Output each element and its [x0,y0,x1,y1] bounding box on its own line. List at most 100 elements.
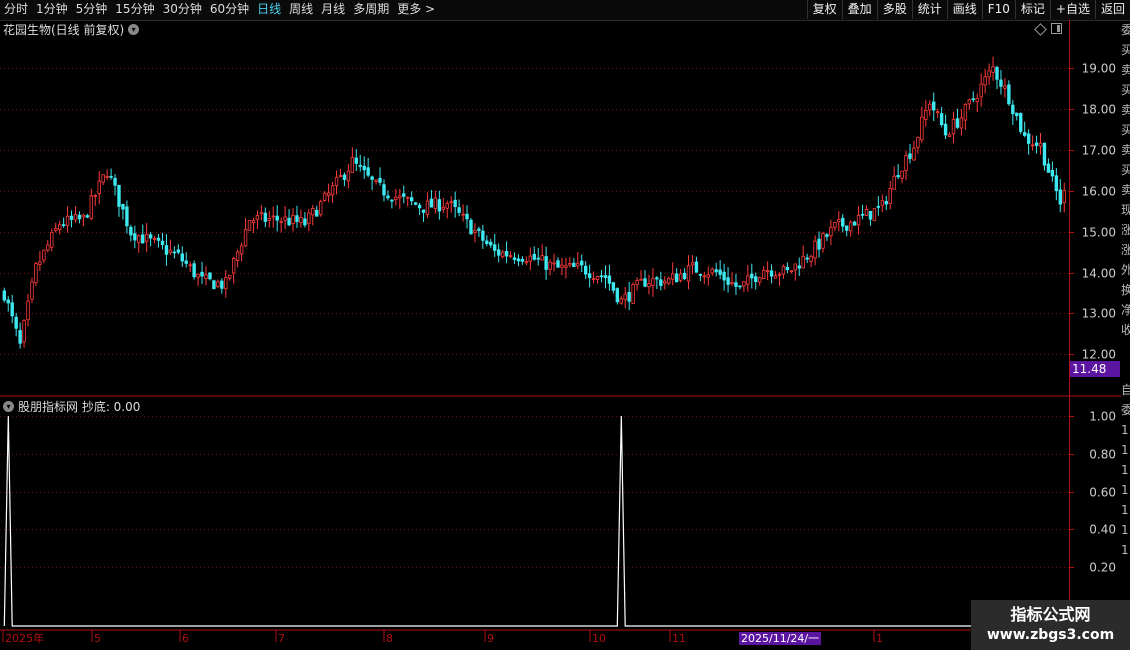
candle-body [322,192,327,201]
period-tab[interactable]: 多周期 [349,0,393,20]
period-tab[interactable]: 30分钟 [159,0,206,20]
price-tick-label: 14.00 [1082,267,1116,281]
candle-body [141,234,145,244]
candle-body [184,260,188,264]
quote-strip-char: 净 [1121,303,1130,317]
candle-body [1058,189,1062,205]
candle-body [587,273,592,279]
quote-strip-char: 现 [1121,203,1130,217]
candle-body [987,70,991,78]
toolbar-button[interactable]: 返回 [1094,0,1130,19]
candle-body [461,213,465,216]
candle-body [868,210,873,220]
period-tab[interactable]: 60分钟 [206,0,253,20]
candle-body [686,265,691,282]
candle-body [896,174,900,178]
candle-body [746,275,750,285]
candle-body [738,285,742,288]
quote-strip-char: 1 [1121,443,1129,457]
candle-body [504,250,509,257]
candle-body [512,257,517,260]
candle-body [417,204,422,209]
candle-body [674,273,679,283]
candle-body [231,258,236,274]
candle-body [358,164,362,167]
toolbar-button[interactable]: F10 [981,0,1015,19]
candle-body [307,212,311,224]
toolbar-button[interactable]: 多股 [876,0,912,19]
candle-body [156,237,161,241]
chevron-down-icon[interactable]: ▾ [3,400,14,412]
toolbar-button[interactable]: +自选 [1049,0,1095,19]
period-tab[interactable]: 更多 > [393,0,439,20]
candle-body [441,206,446,210]
candle-body [1046,163,1051,173]
candle-body [817,238,821,250]
price-tick-label: 16.00 [1082,185,1116,199]
candle-body [489,241,493,246]
candle-body [85,215,90,218]
candle-body [34,263,38,284]
candle-body [833,222,837,228]
candle-body [955,118,960,128]
quote-strip-char [1121,340,1130,360]
candle-body [611,282,616,291]
candle-body [710,268,714,274]
period-tab[interactable]: 1分钟 [32,0,72,20]
quote-strip-char: 1 [1121,503,1129,517]
candle-body [152,237,157,240]
candle-body [765,270,770,272]
time-tick-label: 1 [876,632,883,645]
period-tab[interactable]: 月线 [317,0,349,20]
candle-body [508,255,513,258]
candle-body [773,275,778,279]
candle-body [125,206,129,227]
candle-body [932,101,936,111]
candle-body [267,217,271,221]
candle-body [999,79,1003,87]
candle-body [109,175,113,178]
candle-body [271,215,275,218]
candle-body [797,265,801,269]
kline-chart[interactable]: 19.00 18.00 17.00 16.00 15.00 14.00 13.00 12.00… [0,20,1121,650]
candle-body [18,330,22,344]
candle-body [682,272,687,280]
candle-body [750,273,754,279]
period-tab[interactable]: 5分钟 [72,0,112,20]
toolbar-button[interactable]: 叠加 [841,0,877,19]
period-tab[interactable]: 分时 [0,0,32,20]
candle-body [698,273,703,276]
toolbar-button[interactable]: 统计 [911,0,947,19]
candle-body [251,220,256,223]
candle-body [943,123,948,136]
candle-body [659,279,663,286]
quote-strip-char: 卖 [1121,63,1130,77]
toolbar-button[interactable]: 复权 [806,0,842,19]
quote-strip-char: 买 [1121,163,1130,177]
period-tab[interactable]: 周线 [285,0,317,20]
period-tab[interactable]: 15分钟 [111,0,158,20]
candle-body [425,200,430,216]
toolbar-button[interactable]: 标记 [1014,0,1050,19]
candle-body [1030,144,1035,147]
candle-body [89,195,94,219]
period-tab[interactable]: 日线 [253,0,285,20]
candle-body [330,185,335,196]
candle-body [809,255,813,262]
candle-body [785,266,790,271]
candle-body [813,240,817,259]
candle-body [742,281,746,287]
candle-body [916,137,920,148]
candle-body [951,118,956,135]
indicator-tick-label: 0.80 [1089,448,1116,462]
candle-body [706,274,710,278]
candle-body [995,66,999,80]
candle-body [449,201,453,204]
candle-body [540,255,544,261]
indicator-title[interactable]: ▾ 股朋指标网 抄底: 0.00 [3,398,140,414]
candle-body [216,281,220,287]
candle-body [283,216,287,221]
toolbar-button[interactable]: 画线 [946,0,982,19]
candle-body [552,262,556,265]
candle-body [291,215,295,224]
